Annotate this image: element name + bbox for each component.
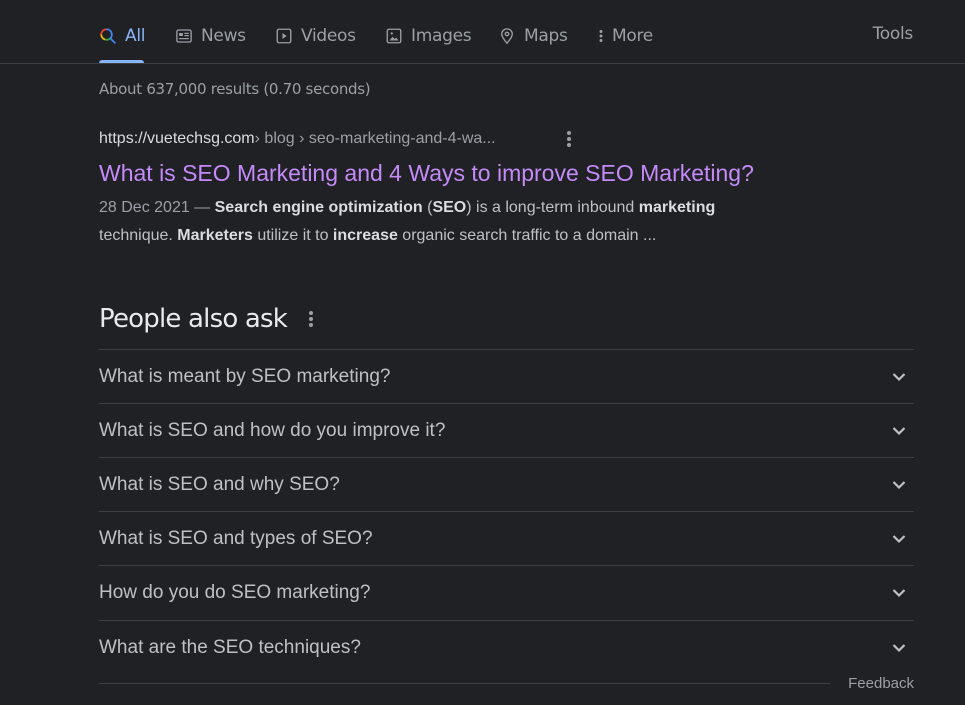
image-icon [386, 28, 402, 44]
snippet-bold: marketing [638, 199, 716, 216]
result-title-link[interactable]: What is SEO Marketing and 4 Ways to impr… [99, 160, 819, 187]
search-tabs-bar: All News Videos Images Maps More Tools [0, 0, 965, 64]
video-icon [276, 28, 292, 44]
tab-videos-label: Videos [301, 26, 356, 46]
search-result: https://vuetechsg.com › blog › seo-marke… [99, 126, 819, 250]
paa-more-options-icon[interactable] [307, 309, 315, 329]
chevron-down-icon [892, 534, 906, 543]
result-url[interactable]: https://vuetechsg.com › blog › seo-marke… [99, 126, 819, 152]
divider [99, 683, 830, 684]
chevron-down-icon [892, 426, 906, 435]
paa-question[interactable]: How do you do SEO marketing? [99, 565, 914, 620]
tab-more[interactable]: More [596, 24, 653, 48]
result-date: 28 Dec 2021 — [99, 199, 215, 216]
tools-button[interactable]: Tools [873, 24, 914, 44]
paa-question[interactable]: What is SEO and types of SEO? [99, 511, 914, 565]
paa-question-text: How do you do SEO marketing? [99, 582, 371, 603]
snippet-text: utilize it to [252, 227, 333, 244]
paa-question-text: What is SEO and types of SEO? [99, 527, 373, 549]
snippet-bold: SEO [432, 199, 467, 216]
snippet-bold: increase [332, 227, 398, 244]
paa-question[interactable]: What is SEO and how do you improve it? [99, 403, 914, 457]
people-also-ask-title: People also ask [99, 304, 288, 334]
chevron-down-icon [892, 589, 906, 598]
result-domain: https://vuetechsg.com [99, 130, 255, 147]
paa-question-text: What are the SEO techniques? [99, 636, 361, 658]
snippet-text: technique. [99, 227, 178, 244]
snippet-bold: Marketers [177, 227, 253, 244]
tab-all[interactable]: All [99, 24, 145, 48]
tab-news-label: News [201, 26, 246, 46]
tab-images-label: Images [411, 26, 472, 46]
snippet-text: ( [422, 199, 433, 216]
active-tab-indicator [99, 60, 144, 63]
paa-question-text: What is SEO and why SEO? [99, 473, 340, 495]
feedback-link[interactable]: Feedback [848, 675, 914, 692]
paa-question[interactable]: What is SEO and why SEO? [99, 457, 914, 511]
chevron-down-icon [892, 480, 906, 489]
tab-news[interactable]: News [175, 24, 246, 48]
snippet-text: organic search traffic to a domain ... [397, 227, 657, 244]
paa-question[interactable]: What are the SEO techniques? [99, 620, 914, 674]
tab-maps-label: Maps [524, 26, 568, 46]
more-vert-icon [599, 30, 603, 42]
news-icon [176, 29, 192, 43]
result-stats: About 637,000 results (0.70 seconds) [99, 80, 371, 98]
result-more-options-icon[interactable] [561, 130, 577, 148]
paa-question[interactable]: What is meant by SEO marketing? [99, 349, 914, 403]
tab-more-label: More [612, 26, 653, 46]
paa-question-text: What is SEO and how do you improve it? [99, 419, 446, 441]
people-also-ask-list: What is meant by SEO marketing? What is … [99, 349, 914, 674]
snippet-text: ) is a long-term inbound [466, 199, 639, 216]
search-icon [100, 28, 116, 44]
result-snippet: 28 Dec 2021 — Search engine optimization… [99, 194, 819, 250]
snippet-bold: Search engine optimization [214, 199, 423, 216]
result-path: › blog › seo-marketing-and-4-wa... [254, 130, 496, 147]
map-pin-icon [501, 28, 513, 45]
chevron-down-icon [892, 643, 906, 652]
chevron-down-icon [892, 372, 906, 381]
people-also-ask-header: People also ask [99, 304, 315, 334]
paa-question-text: What is meant by SEO marketing? [99, 365, 391, 387]
tab-images[interactable]: Images [385, 24, 472, 48]
tab-all-label: All [125, 26, 146, 46]
tab-maps[interactable]: Maps [498, 24, 568, 48]
tab-videos[interactable]: Videos [275, 24, 356, 48]
